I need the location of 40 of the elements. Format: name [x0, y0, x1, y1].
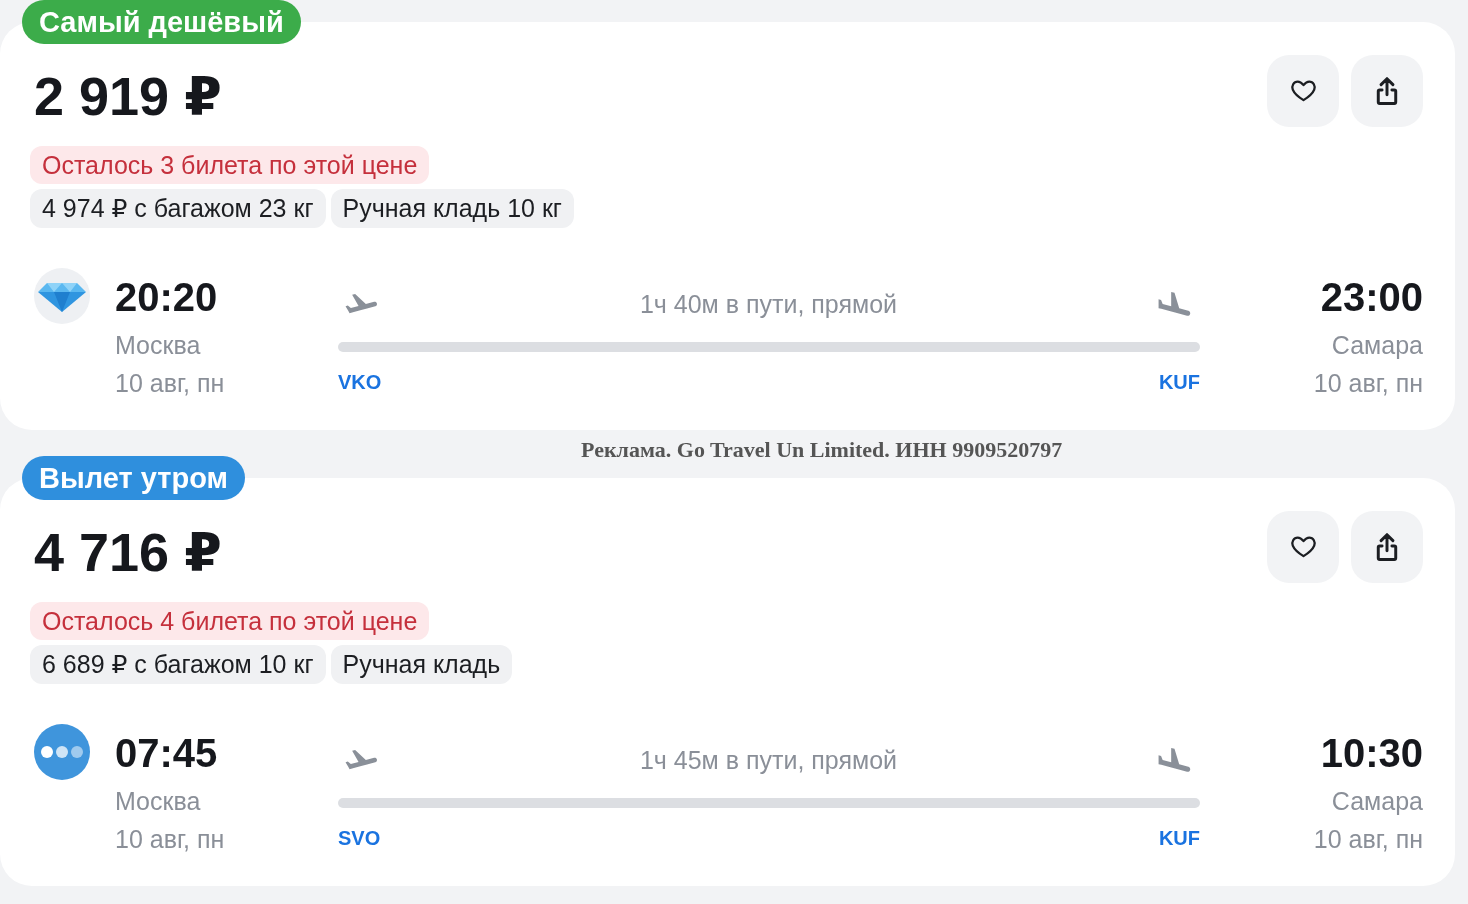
offer-badge: Самый дешёвый — [22, 0, 301, 44]
fare-option-tag[interactable]: Ручная кладь 10 кг — [330, 189, 574, 228]
price: 2 919 ₽ — [34, 67, 222, 126]
seats-left-tag: Осталось 4 билета по этой цене — [30, 602, 430, 640]
fare-option-tag[interactable]: Ручная кладь — [330, 645, 513, 684]
departure-date: 10 авг, пн — [115, 824, 226, 855]
departure-airport-code: VKO — [338, 370, 382, 394]
plane-landing-icon — [1157, 748, 1193, 772]
price: 4 716 ₽ — [34, 523, 222, 582]
departure-time: 20:20 — [115, 274, 219, 320]
arrival-city: Самара — [1330, 330, 1423, 361]
arrival-airport-code: KUF — [1158, 370, 1200, 394]
arrival-time: 10:30 — [1319, 730, 1423, 776]
dots-icon — [34, 724, 90, 780]
offer-badge: Вылет утром — [22, 456, 245, 500]
fare-option-tag[interactable]: 6 689 ₽ с багажом 10 кг — [30, 645, 326, 684]
arrival-date: 10 авг, пн — [1312, 824, 1423, 855]
departure-date: 10 авг, пн — [115, 368, 226, 399]
flight-duration: 1ч 40м в пути, прямой — [639, 289, 898, 320]
flight-duration: 1ч 45м в пути, прямой — [639, 745, 898, 776]
fare-option-tag[interactable]: 4 974 ₽ с багажом 23 кг — [30, 189, 326, 228]
arrival-airport-code: KUF — [1158, 826, 1200, 850]
heart-icon — [1289, 536, 1317, 558]
heart-icon — [1289, 80, 1317, 102]
departure-city: Москва — [115, 330, 202, 361]
departure-city: Москва — [115, 786, 202, 817]
departure-time: 07:45 — [115, 730, 219, 776]
seats-left-tag: Осталось 3 билета по этой цене — [30, 146, 430, 184]
share-icon — [1376, 77, 1398, 105]
favorite-button[interactable] — [1267, 55, 1339, 127]
share-button[interactable] — [1351, 511, 1423, 583]
share-icon — [1376, 533, 1398, 561]
ad-notice: Реклама. Go Travel Un Limited. ИНН 9909520797 — [581, 437, 1063, 462]
arrival-city: Самара — [1330, 786, 1423, 817]
favorite-button[interactable] — [1267, 511, 1339, 583]
arrival-time: 23:00 — [1319, 274, 1423, 320]
arrival-date: 10 авг, пн — [1312, 368, 1423, 399]
share-button[interactable] — [1351, 55, 1423, 127]
plane-landing-icon — [1157, 292, 1193, 316]
departure-airport-code: SVO — [338, 826, 381, 850]
